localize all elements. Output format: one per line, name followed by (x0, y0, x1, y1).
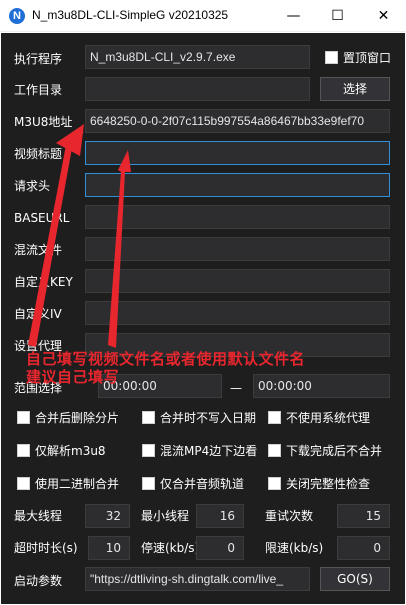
min-threads-field[interactable]: 16 (196, 504, 244, 528)
workdir-label: 工作目录 (14, 83, 63, 97)
stop-speed-field[interactable]: 0 (196, 536, 244, 560)
option-label: 混流MP4边下边看 (160, 444, 258, 458)
request-header-label: 请求头 (14, 179, 51, 193)
min-threads-label: 最小线程 (141, 509, 190, 523)
option-checkbox-parse-only[interactable] (17, 444, 30, 457)
maximize-button[interactable]: ☐ (315, 0, 360, 32)
baseurl-field[interactable] (85, 205, 390, 229)
option-label: 仅解析m3u8 (35, 444, 106, 458)
baseurl-label: BASEURL (14, 211, 70, 225)
request-header-field[interactable] (85, 173, 390, 197)
timeout-label: 超时时长(s) (14, 541, 78, 555)
option-label: 关闭完整性检查 (286, 477, 371, 491)
title-bar: N N_m3u8DL-CLI-SimpleG v20210325 — ☐ ✕ (0, 0, 406, 32)
retry-count-label: 重试次数 (265, 509, 314, 523)
speed-limit-field[interactable]: 0 (337, 536, 390, 560)
annotation-line-1: 自己填写视频文件名或者使用默认文件名 (26, 350, 306, 368)
annotation-note: 自己填写视频文件名或者使用默认文件名 建议自己填写 (26, 350, 305, 386)
annotation-line-2: 建议自己填写 (26, 368, 120, 386)
workdir-field[interactable] (85, 77, 310, 101)
exe-field[interactable]: N_m3u8DL-CLI_v2.9.7.exe (85, 45, 310, 69)
custom-key-field[interactable] (85, 269, 390, 293)
max-threads-label: 最大线程 (14, 509, 63, 523)
close-button[interactable]: ✕ (361, 0, 406, 32)
option-label: 使用二进制合并 (35, 477, 120, 491)
option-checkbox-no-integrity-check[interactable] (268, 477, 281, 490)
video-title-field[interactable] (85, 141, 390, 165)
option-label: 合并后删除分片 (35, 411, 120, 425)
option-checkbox-mux-mp4-stream[interactable] (142, 444, 155, 457)
window-title: N_m3u8DL-CLI-SimpleG v20210325 (32, 8, 229, 22)
m3u8-url-field[interactable]: 6648250-0-0-2f07c115b997554a86467bb33e9f… (85, 109, 390, 133)
go-button[interactable]: GO(S) (320, 567, 390, 591)
option-checkbox-no-merge[interactable] (268, 444, 281, 457)
option-label: 合并时不写入日期 (160, 411, 257, 425)
launch-params-field[interactable]: "https://dtliving-sh.dingtalk.com/live_ (85, 567, 310, 591)
browse-button[interactable]: 选择 (320, 77, 390, 101)
custom-key-label: 自定义KEY (14, 275, 73, 289)
option-label: 不使用系统代理 (286, 411, 371, 425)
speed-limit-label: 限速(kb/s) (265, 541, 324, 555)
option-checkbox-no-system-proxy[interactable] (268, 411, 281, 424)
custom-iv-field[interactable] (85, 301, 390, 325)
timeout-field[interactable]: 10 (88, 536, 130, 560)
custom-iv-label: 自定义IV (14, 307, 62, 321)
option-checkbox-delete-after-merge[interactable] (17, 411, 30, 424)
option-checkbox-binary-merge[interactable] (17, 477, 30, 490)
m3u8-label: M3U8地址 (14, 115, 73, 129)
launch-params-label: 启动参数 (14, 574, 63, 588)
exe-label: 执行程序 (14, 52, 63, 66)
mux-file-label: 混流文件 (14, 243, 63, 257)
video-title-label: 视频标题 (14, 147, 63, 161)
option-label: 仅合并音频轨道 (160, 477, 245, 491)
option-checkbox-no-date[interactable] (142, 411, 155, 424)
topmost-checkbox[interactable] (325, 51, 338, 64)
max-threads-field[interactable]: 32 (85, 504, 130, 528)
topmost-label: 置顶窗口 (343, 51, 392, 65)
option-checkbox-audio-only[interactable] (142, 477, 155, 490)
stop-speed-label: 停速(kb/s) (141, 541, 200, 555)
option-label: 下载完成后不合并 (286, 444, 383, 458)
app-logo-icon: N (9, 8, 25, 24)
minimize-button[interactable]: — (271, 0, 316, 32)
mux-file-field[interactable] (85, 237, 390, 261)
retry-count-field[interactable]: 15 (337, 504, 390, 528)
